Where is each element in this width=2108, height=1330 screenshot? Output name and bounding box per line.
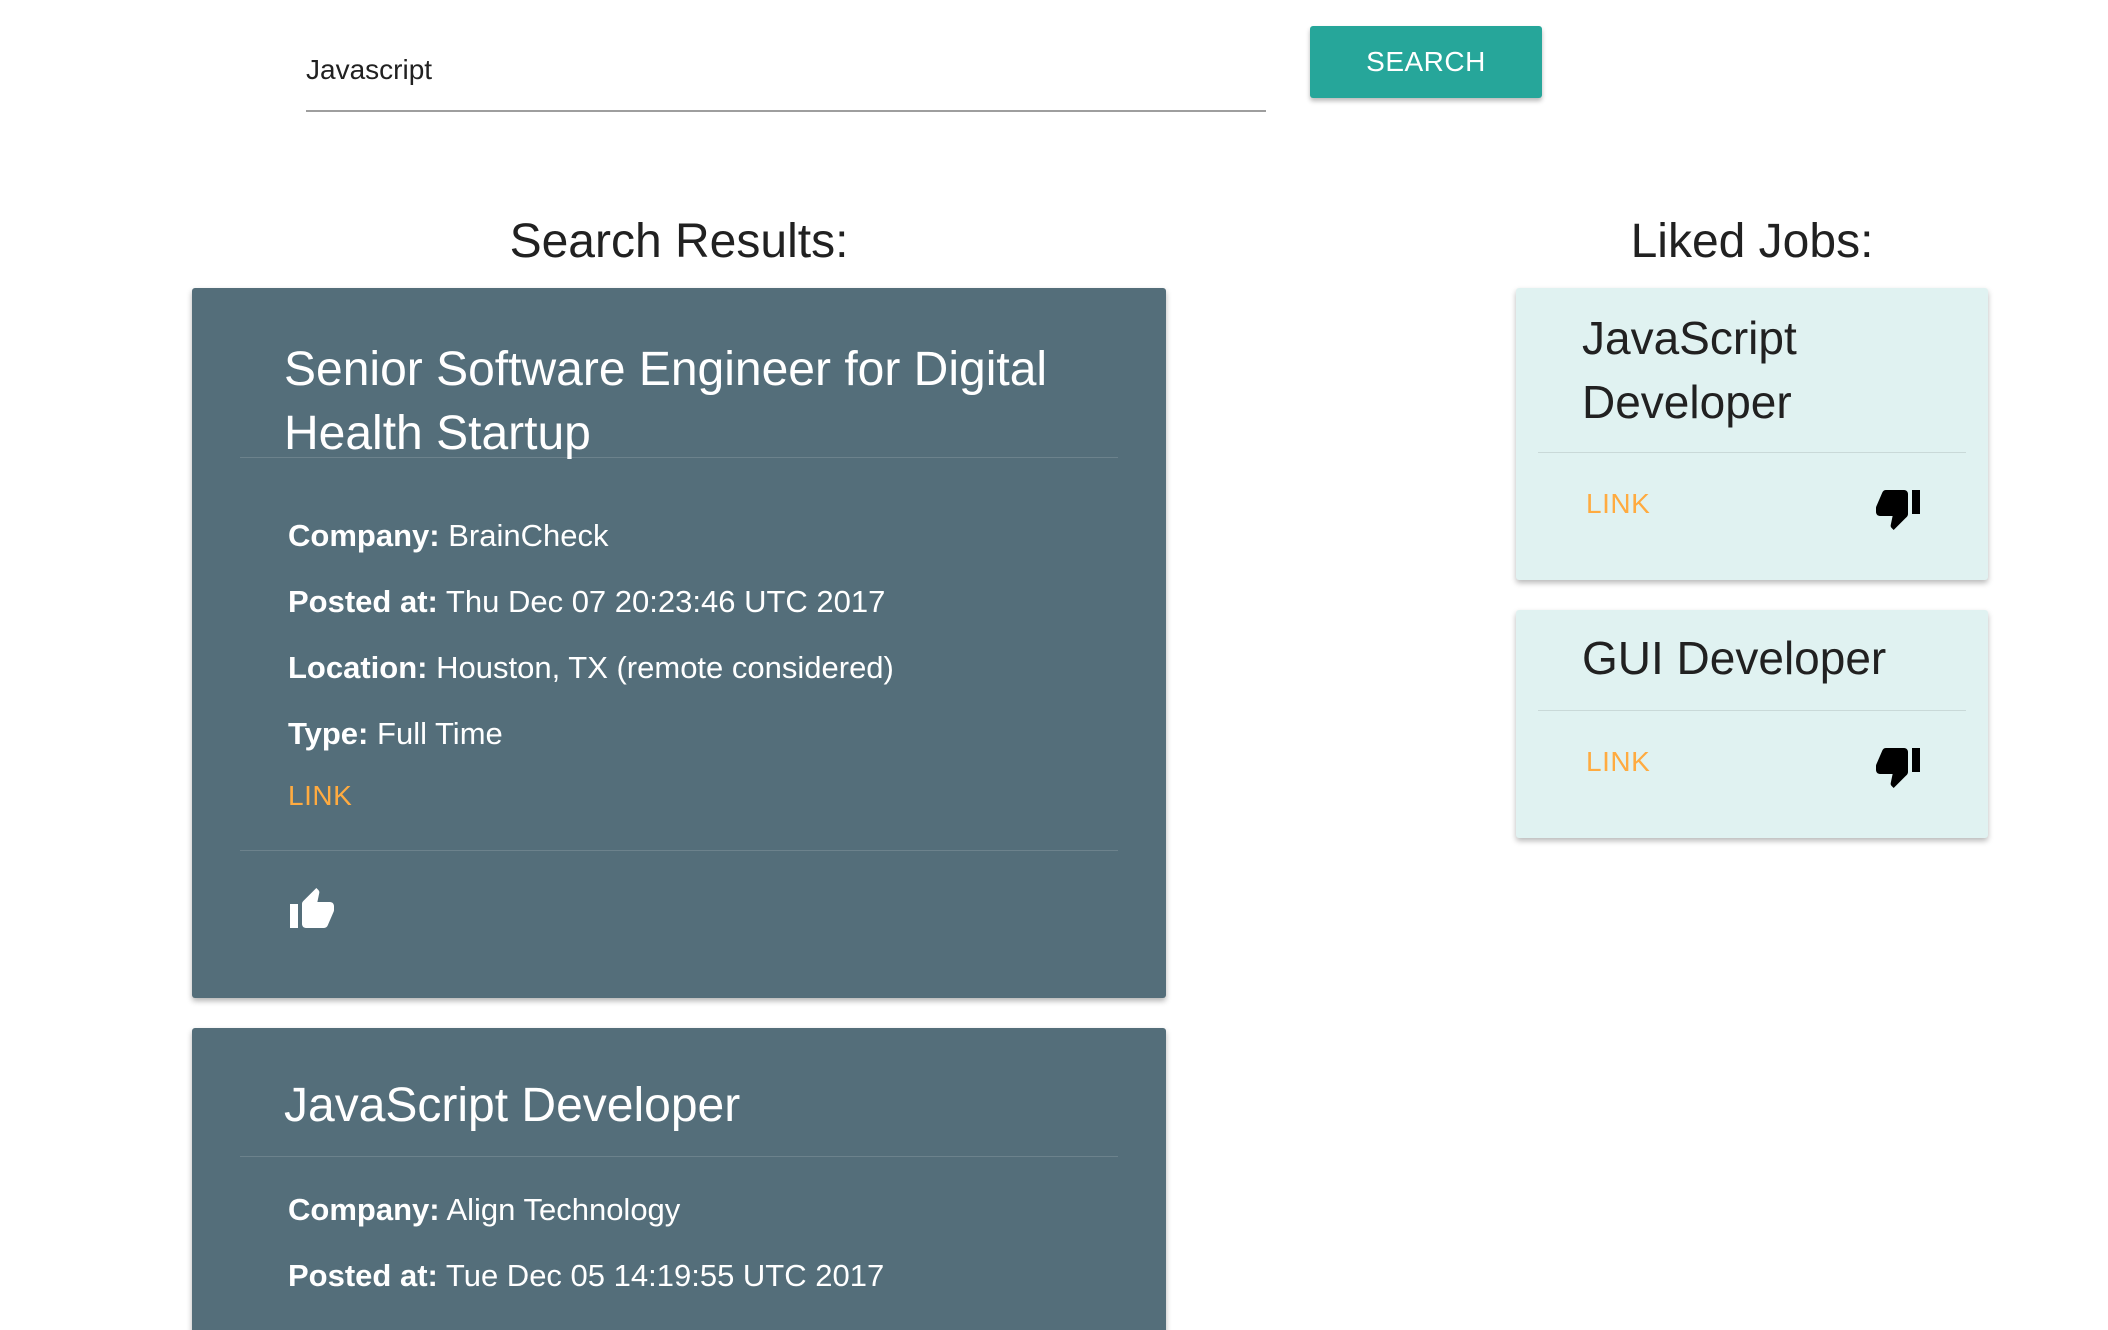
liked-job-title: GUI Developer (1582, 632, 1887, 684)
card-divider (240, 1156, 1118, 1157)
job-result-card: JavaScript Developer Company: Align Tech… (192, 1028, 1166, 1330)
job-search-page: SEARCH Search Results: Liked Jobs: Senio… (0, 0, 2108, 1330)
liked-job-card: JavaScript Developer LINK (1516, 288, 1988, 580)
card-divider (1538, 710, 1966, 711)
card-divider (1538, 452, 1966, 453)
location-value: Houston, TX (remote considered) (436, 650, 894, 685)
company-value: BrainCheck (448, 518, 609, 553)
liked-job-link[interactable]: LINK (1586, 488, 1650, 520)
job-title: JavaScript Developer (284, 1079, 741, 1132)
card-divider (240, 850, 1118, 851)
type-label: Type: (288, 716, 369, 751)
card-divider (240, 457, 1118, 458)
job-title: Senior Software Engineer for Digital Hea… (284, 343, 1048, 460)
company-label: Company: (288, 1192, 440, 1227)
posted-line: Posted at: Thu Dec 07 20:23:46 UTC 2017 (288, 584, 885, 620)
search-button[interactable]: SEARCH (1310, 26, 1542, 98)
job-result-card: Senior Software Engineer for Digital Hea… (192, 288, 1166, 998)
company-label: Company: (288, 518, 440, 553)
company-value: Align Technology (446, 1192, 681, 1227)
company-line: Company: BrainCheck (288, 518, 608, 554)
posted-value: Thu Dec 07 20:23:46 UTC 2017 (445, 584, 886, 619)
liked-job-card: GUI Developer LINK (1516, 610, 1988, 838)
posted-line: Posted at: Tue Dec 05 14:19:55 UTC 2017 (288, 1258, 884, 1294)
company-line: Company: Align Technology (288, 1192, 680, 1228)
search-input[interactable] (306, 30, 1266, 112)
liked-jobs-heading: Liked Jobs: (1630, 215, 1874, 268)
posted-label: Posted at: (288, 584, 438, 619)
thumb-down-icon[interactable] (1874, 484, 1922, 532)
thumb-down-icon[interactable] (1874, 742, 1922, 790)
location-line: Location: Houston, TX (remote considered… (288, 650, 894, 686)
type-value: Full Time (377, 716, 503, 751)
job-link[interactable]: LINK (288, 780, 352, 812)
thumb-up-icon[interactable] (288, 886, 336, 934)
type-line: Type: Full Time (288, 716, 503, 752)
search-results-heading: Search Results: (509, 215, 849, 268)
location-label: Location: (288, 650, 428, 685)
liked-job-link[interactable]: LINK (1586, 746, 1650, 778)
liked-job-title: JavaScript Developer (1582, 312, 1797, 428)
posted-label: Posted at: (288, 1258, 438, 1293)
posted-value: Tue Dec 05 14:19:55 UTC 2017 (445, 1258, 885, 1293)
